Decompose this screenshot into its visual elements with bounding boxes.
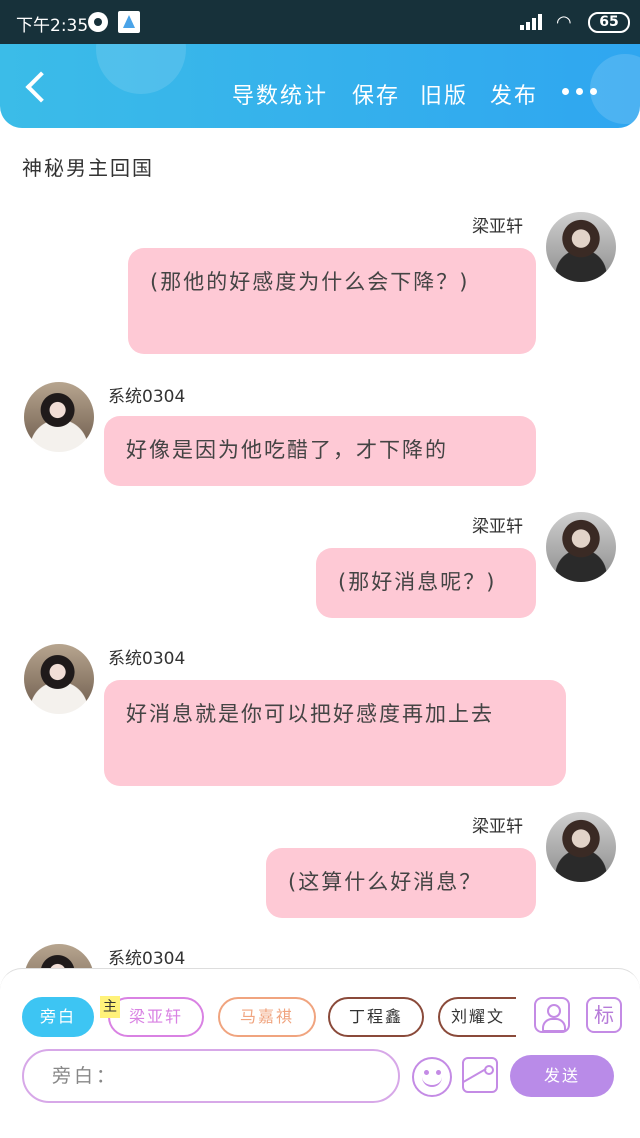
character-chip[interactable]: 刘耀文 [438,997,516,1037]
message-bubble[interactable]: (这算什么好消息？ [266,848,536,918]
sender-name: 梁亚轩 [472,517,523,537]
main-character-badge: 主 [100,996,120,1018]
character-chip-narrator[interactable]: 旁白 [22,997,94,1037]
avatar[interactable] [546,812,616,882]
message-bubble[interactable]: (那他的好感度为什么会下降？) [128,248,536,354]
app-notification-icon [88,12,108,32]
sender-name: 系统0304 [108,387,186,407]
message-bubble[interactable]: (那好消息呢？) [316,548,536,618]
character-chip[interactable]: 丁程鑫 [328,997,424,1037]
avatar[interactable] [24,644,94,714]
character-chip[interactable]: 马嘉祺 [218,997,316,1037]
save-button[interactable]: 保存 [352,78,400,110]
wifi-icon: ◠ [556,12,572,33]
character-profile-icon[interactable] [534,997,570,1033]
avatar[interactable] [24,382,94,452]
send-button[interactable]: 发送 [510,1055,614,1097]
avatar[interactable] [546,512,616,582]
emoji-icon[interactable] [412,1057,452,1097]
battery-icon: 65 [588,12,630,33]
signal-icon [520,14,544,30]
avatar[interactable] [546,212,616,282]
more-menu-icon[interactable] [562,88,598,96]
publish-button[interactable]: 发布 [490,78,538,110]
sender-name: 梁亚轩 [472,217,523,237]
back-arrow-icon[interactable] [22,70,52,104]
status-time: 下午2:35 [16,16,89,36]
sender-name: 系统0304 [108,949,186,969]
character-chip[interactable]: 梁亚轩 [108,997,204,1037]
sender-name: 系统0304 [108,649,186,669]
composer-panel: 旁白 梁亚轩 马嘉祺 丁程鑫 刘耀文 标 旁白： 发送 [0,968,640,1138]
message-bubble[interactable]: 好消息就是你可以把好感度再加上去 [104,680,566,786]
message-bubble[interactable]: 好像是因为他吃醋了，才下降的 [104,416,536,486]
tag-icon[interactable]: 标 [586,997,622,1033]
app-notification-icon [118,11,140,33]
top-app-bar: 导数统计 保存 旧版 发布 [0,44,640,128]
message-input[interactable]: 旁白： [22,1049,400,1103]
story-title: 神秘男主回国 [22,156,154,180]
stats-button[interactable]: 导数统计 [232,78,328,110]
sender-name: 梁亚轩 [472,817,523,837]
image-icon[interactable] [462,1057,498,1093]
status-bar: 下午2:35 ◠ 65 [0,0,640,44]
old-version-button[interactable]: 旧版 [420,78,468,110]
